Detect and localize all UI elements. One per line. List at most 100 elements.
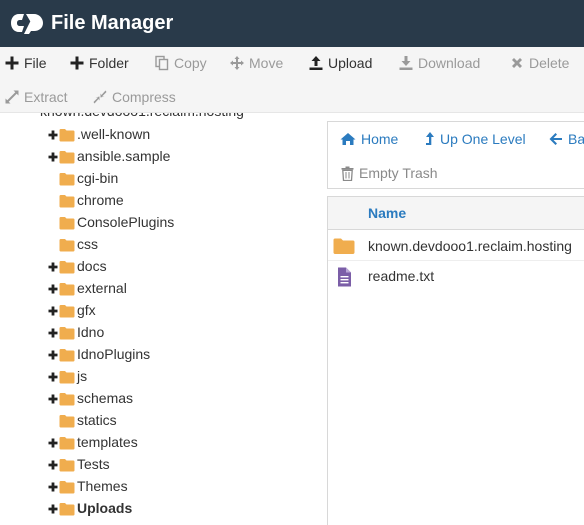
table-row[interactable]: known.devdooo1.reclaim.hosting [328,231,584,261]
folder-icon [59,327,75,340]
pane-divider[interactable] [318,113,326,525]
download-button[interactable]: Download [398,53,480,73]
tree-item-label: ConsolePlugins [77,214,175,230]
expand-plus-icon[interactable] [47,502,59,516]
tree-item-label: IdnoPlugins [77,346,151,362]
folder-icon [59,371,75,384]
tree-item-label: cgi-bin [77,170,119,186]
folder-icon [59,217,75,230]
folder-icon [59,261,75,274]
empty-trash-label: Empty Trash [359,165,438,181]
new-file-label: File [24,55,47,71]
level-up-icon [426,132,434,145]
expand-plus-icon[interactable] [47,260,59,274]
folder-icon [59,239,75,252]
home-button[interactable]: Home [340,129,398,149]
expand-plus-icon[interactable] [47,392,59,406]
empty-trash-button[interactable]: Empty Trash [341,163,438,183]
cpanel-logo-icon [11,14,43,34]
tree-item-label: Idno [77,324,105,340]
delete-button[interactable]: Delete [509,53,569,73]
expand-arrows-icon [4,89,20,105]
expand-plus-icon[interactable] [47,436,59,450]
tree-item-label: schemas [77,390,134,406]
folder-icon [59,173,75,186]
upload-label: Upload [328,55,373,71]
expand-plus-icon[interactable] [47,128,59,142]
back-button[interactable]: Back [549,129,584,149]
text-file-icon [338,267,351,287]
home-icon [340,133,356,145]
folder-icon [59,503,75,516]
folder-icon [59,349,75,362]
directory-tree: known.devdooo1.reclaim.hosting .well-kno… [0,113,318,525]
expand-plus-icon[interactable] [47,304,59,318]
home-label: Home [361,131,399,147]
extract-button[interactable]: Extract [4,87,68,107]
delete-label: Delete [529,55,570,71]
tree-item-label: Tests [77,456,110,472]
expand-plus-icon[interactable] [47,282,59,296]
copy-label: Copy [174,55,207,71]
name-column-header[interactable]: Name [368,205,406,221]
tree-item-label: .well-known [77,126,151,142]
folder-icon [59,459,75,472]
navigation-bar: Home Up One Level Back Empty Trash [327,121,584,189]
toolbar: File Folder Copy Move Upload Download De… [0,47,584,113]
expand-plus-icon[interactable] [47,480,59,494]
tree-item-label: chrome [77,192,124,208]
tree-item-label: js [77,368,88,384]
compress-label: Compress [112,89,176,105]
folder-icon [59,129,75,142]
compress-button[interactable]: Compress [92,87,176,107]
tree-item-label: css [77,236,98,252]
compress-arrows-icon [92,89,108,105]
folder-icon [59,481,75,494]
row-name[interactable]: readme.txt [368,268,434,284]
folder-icon [59,437,75,450]
extract-label: Extract [24,89,68,105]
folder-icon [59,151,75,164]
back-label: Back [568,131,584,147]
copy-button[interactable]: Copy [154,53,207,73]
expand-plus-icon[interactable] [47,370,59,384]
expand-plus-icon[interactable] [47,326,59,340]
upload-icon [308,55,324,71]
tree-item-label: statics [77,412,117,428]
move-arrows-icon [229,55,245,71]
download-label: Download [418,55,481,71]
tree-item-label: docs [77,258,107,274]
app-header: File Manager [0,0,584,47]
tree-item-label: external [77,280,127,296]
expand-plus-icon[interactable] [47,348,59,362]
up-one-level-button[interactable]: Up One Level [425,129,526,149]
new-folder-button[interactable]: Folder [69,53,129,73]
new-file-button[interactable]: File [4,53,47,73]
expand-plus-icon[interactable] [47,458,59,472]
new-folder-label: Folder [89,55,129,71]
tree-root-folder[interactable]: known.devdooo1.reclaim.hosting [40,113,244,123]
folder-icon [59,393,75,406]
tree-item-label: gfx [77,302,96,318]
folder-icon [59,415,75,428]
download-icon [398,55,414,71]
plus-icon [4,55,20,71]
close-x-icon [509,55,525,71]
copy-icon [154,55,170,71]
app-title: File Manager [51,12,174,34]
folder-icon [333,238,355,254]
folder-icon [59,195,75,208]
file-table: Name known.devdooo1.reclaim.hosting read… [327,196,584,525]
tree-item-label: ansible.sample [77,148,171,164]
move-button[interactable]: Move [229,53,283,73]
move-label: Move [249,55,284,71]
upload-button[interactable]: Upload [308,53,372,73]
expand-plus-icon[interactable] [47,150,59,164]
tree-item-label: Themes [77,478,128,494]
plus-icon [69,55,85,71]
up-one-level-label: Up One Level [440,131,526,147]
row-name[interactable]: known.devdooo1.reclaim.hosting [368,238,572,254]
trash-icon [341,166,354,181]
tree-item-label: Uploads [77,500,133,516]
table-row[interactable]: readme.txt [328,261,584,291]
